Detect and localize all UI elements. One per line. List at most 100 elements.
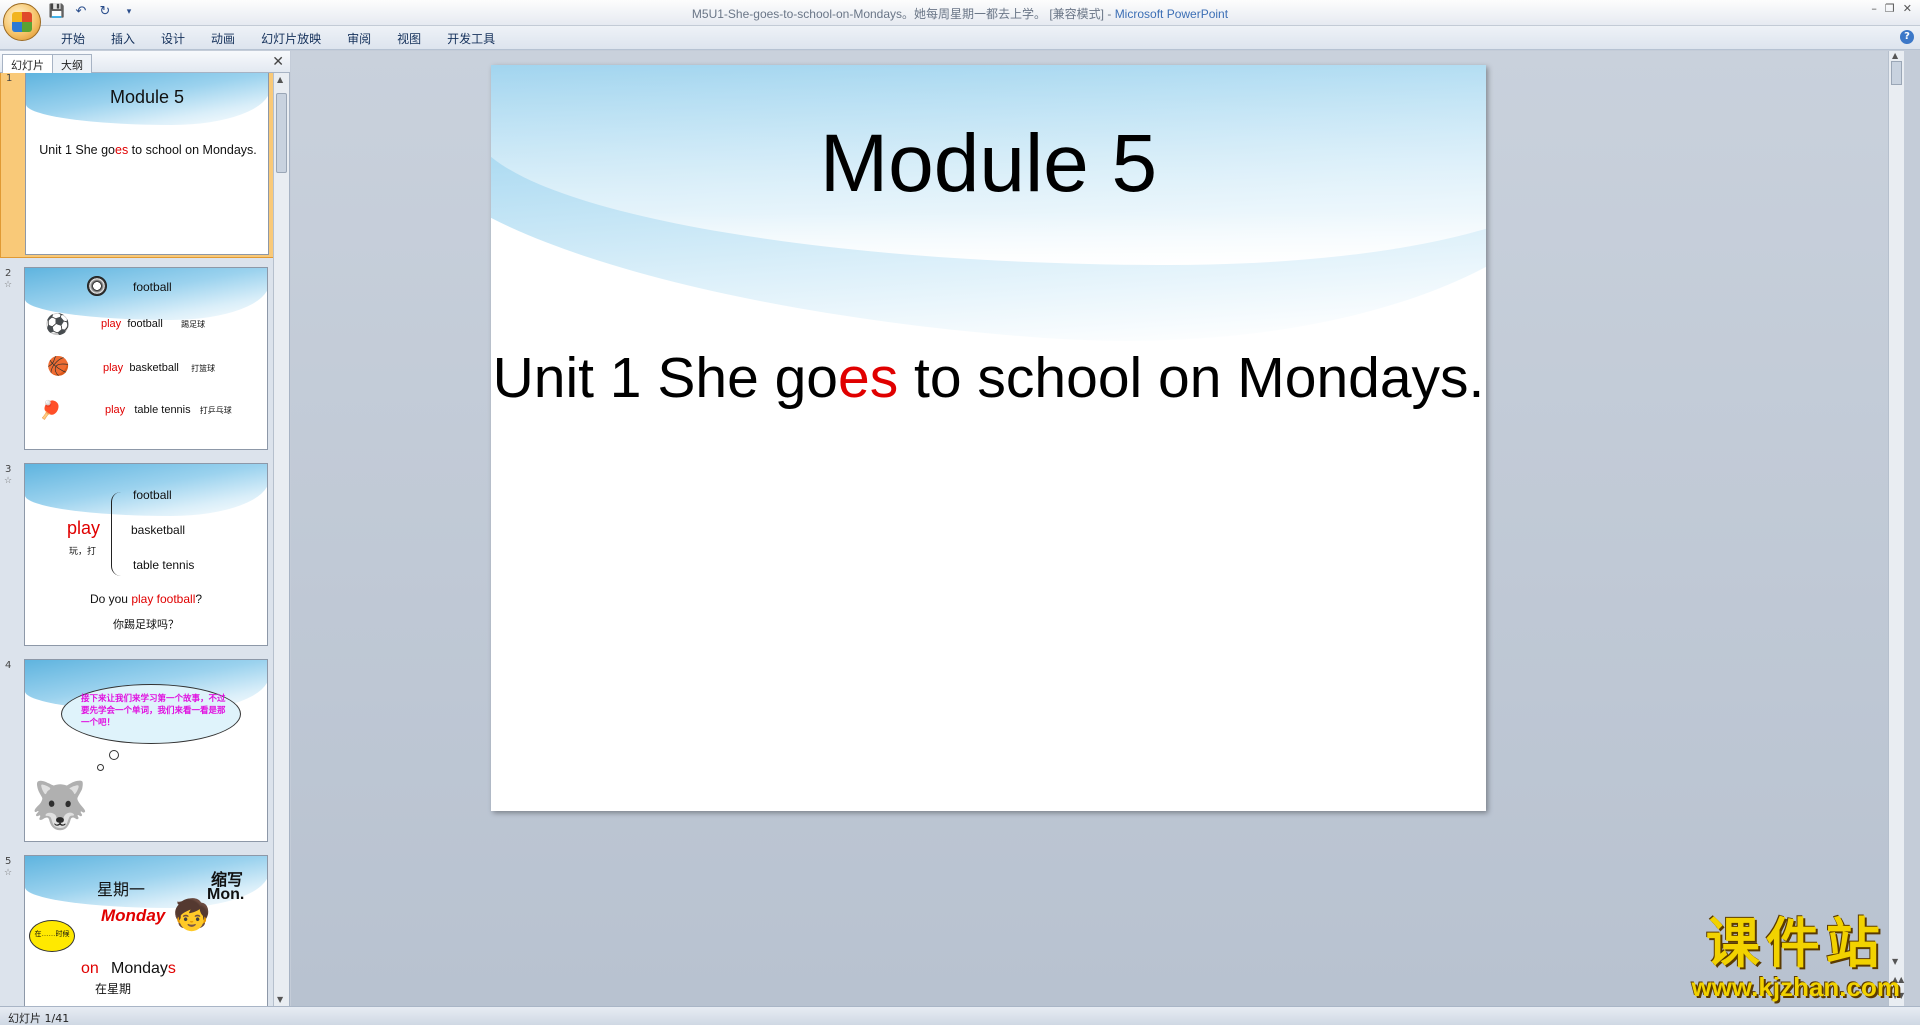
subtitle-a: Unit 1 She go (492, 346, 839, 410)
close-pane-icon[interactable]: ✕ (272, 54, 284, 70)
scroll-up-icon[interactable]: ▲ (1892, 51, 1898, 60)
animation-star-icon: ☆ (4, 868, 13, 878)
scroll-thumb[interactable] (1891, 61, 1902, 85)
question-b: ? (195, 592, 203, 606)
status-bar: 幻灯片 1/41 (0, 1006, 1920, 1025)
tab-insert[interactable]: 插入 (98, 30, 148, 47)
row-verb: play (105, 404, 126, 416)
tab-animations[interactable]: 动画 (198, 30, 248, 47)
abbr: Mon. (207, 886, 245, 903)
thought-dot (109, 750, 119, 760)
row-verb: play (101, 318, 122, 330)
small-bubble: 在……时候 (29, 920, 75, 952)
subtitle-red: es (838, 346, 899, 410)
slide-number: 4 (5, 660, 12, 671)
word-mondays: Mondays (111, 960, 176, 978)
slides-pane: 幻灯片 大纲 ✕ 1 Module 5 Unit 1 She goes to s… (0, 51, 290, 1006)
day-cn: 星期一 (97, 882, 146, 899)
row-3: play table tennis 打乒乓球 (105, 404, 232, 416)
thumbnail-canvas: football ⚽ play football 踢足球 🏀 play bask… (24, 267, 268, 450)
restore-icon[interactable]: ❐ (1885, 2, 1895, 15)
thumb-sub-red: es (115, 143, 129, 157)
row-verb: play (103, 362, 124, 374)
thumbnail-canvas: Module 5 Unit 1 She goes to school on Mo… (25, 73, 269, 255)
slide-thumbnail-2[interactable]: 2 ☆ football ⚽ play football 踢足球 🏀 play … (0, 264, 274, 454)
word-on: on (81, 960, 99, 977)
slide-number: 1 (6, 73, 13, 84)
tab-design[interactable]: 设计 (148, 30, 198, 47)
brace (111, 492, 123, 576)
scroll-up-icon[interactable]: ▲ (277, 75, 283, 84)
question-red: play football (131, 592, 196, 606)
scroll-thumb[interactable] (276, 93, 287, 173)
window-title: M5U1-She-goes-to-school-on-Mondays。她每周星期… (0, 5, 1920, 22)
watermark-title: 课件站 (1705, 912, 1886, 975)
mondays-s: s (167, 960, 176, 977)
watermark-url: www.kjzhan.com (1691, 972, 1900, 1002)
slide-number: 3 (5, 464, 12, 475)
word-monday: Monday (101, 906, 166, 925)
close-window-icon[interactable]: ✕ (1903, 2, 1912, 15)
thumb-subtitle: Unit 1 She goes to school on Mondays. (28, 143, 268, 157)
thumbnail-list: 1 Module 5 Unit 1 She goes to school on … (0, 73, 274, 1006)
tab-developer[interactable]: 开发工具 (434, 30, 508, 47)
thumb-cut-text: 在星期 (95, 982, 132, 996)
office-button[interactable] (3, 3, 41, 41)
thumb-sub-a: Unit 1 She go (39, 143, 115, 157)
thumb-title: Module 5 (109, 87, 185, 107)
tab-outline[interactable]: 大纲 (52, 54, 92, 73)
slide-thumbnail-4[interactable]: 4 接下来让我们来学习第一个故事，不过要先学会一个单词，我们来看一看是那一个吧！… (0, 656, 274, 846)
site-watermark: 课件站 www.kjzhan.com (1691, 899, 1900, 1003)
question-a: Do you (89, 592, 132, 606)
subtitle-b: to school on Mondays. (898, 346, 1485, 410)
tab-home[interactable]: 开始 (48, 30, 98, 47)
thumbnail-scrollbar[interactable]: ▲ ▼ (273, 73, 289, 1006)
thumb-verb-cn: 玩，打 (69, 546, 97, 556)
row-chinese: 打篮球 (191, 364, 216, 373)
slide-thumbnail-5[interactable]: 5 ☆ 星期一 缩写 Mon. 在……时候 Monday 🧒 on Monday… (0, 852, 274, 1006)
cartoon-wolf-icon: 🐺 (31, 779, 89, 831)
window-title-app: Microsoft PowerPoint (1114, 7, 1229, 21)
boy-figure-icon: 🧒 (173, 899, 211, 932)
football-player-icon: ⚽ (45, 314, 70, 336)
thumbnail-canvas: 星期一 缩写 Mon. 在……时候 Monday 🧒 on Mondays 在星… (24, 855, 268, 1006)
tab-view[interactable]: 视图 (384, 30, 434, 47)
basketball-player-icon: 🏀 (47, 356, 70, 376)
thumb-question: Do you play football? (25, 592, 267, 606)
mondays-a: Monday (111, 960, 168, 977)
thumb-question-cn: 你踢足球吗？ (113, 619, 179, 631)
tab-slideshow[interactable]: 幻灯片放映 (248, 30, 334, 47)
slide-subtitle[interactable]: Unit 1 She goes to school on Mondays. (491, 345, 1486, 411)
thumb-sub-b: to school on Mondays. (128, 143, 257, 157)
item-3: table tennis (133, 558, 195, 572)
slide-number: 5 (5, 856, 12, 867)
pane-tabs: 幻灯片 大纲 ✕ (0, 51, 290, 73)
row-object: basketball (129, 362, 179, 374)
thumbnail-canvas: football play 玩，打 basketball table tenni… (24, 463, 268, 646)
row-2: play basketball 打篮球 (103, 362, 215, 374)
window-title-doc: M5U1-She-goes-to-school-on-Mondays。她每周星期… (691, 7, 1115, 21)
thought-dot (97, 764, 104, 771)
title-bar: 💾 ↶ ↻ ▾ M5U1-She-goes-to-school-on-Monda… (0, 0, 1920, 41)
slide-thumbnail-3[interactable]: 3 ☆ football play 玩，打 basketball table t… (0, 460, 274, 650)
scroll-down-icon[interactable]: ▼ (277, 995, 283, 1004)
current-slide[interactable]: Module 5 Unit 1 She goes to school on Mo… (491, 65, 1486, 811)
slide-editing-area: Module 5 Unit 1 She goes to school on Mo… (291, 51, 1904, 1006)
slide-title[interactable]: Module 5 (491, 117, 1486, 211)
ribbon: 开始 插入 设计 动画 幻灯片放映 审阅 视图 开发工具 ? (0, 26, 1920, 50)
help-icon[interactable]: ? (1900, 30, 1914, 44)
editor-scrollbar[interactable]: ▲ ▼ ▲▲ ▼▼ (1888, 51, 1904, 1006)
row-chinese: 打乒乓球 (199, 406, 232, 415)
slide-counter: 幻灯片 1/41 (8, 1012, 70, 1025)
row-object: table tennis (134, 404, 191, 416)
thumb-header: football (133, 280, 172, 294)
tab-slides[interactable]: 幻灯片 (2, 54, 53, 73)
tab-review[interactable]: 审阅 (334, 30, 384, 47)
slide-thumbnail-1[interactable]: 1 Module 5 Unit 1 She goes to school on … (0, 73, 274, 258)
table-tennis-icon: 🏓 (39, 400, 62, 420)
ribbon-tabs: 开始 插入 设计 动画 幻灯片放映 审阅 视图 开发工具 (48, 30, 508, 47)
animation-star-icon: ☆ (4, 476, 13, 486)
thumbnail-canvas: 接下来让我们来学习第一个故事，不过要先学会一个单词，我们来看一看是那一个吧！ 🐺 (24, 659, 268, 842)
minimize-icon[interactable]: – (1871, 2, 1877, 15)
item-2: basketball (131, 523, 186, 537)
